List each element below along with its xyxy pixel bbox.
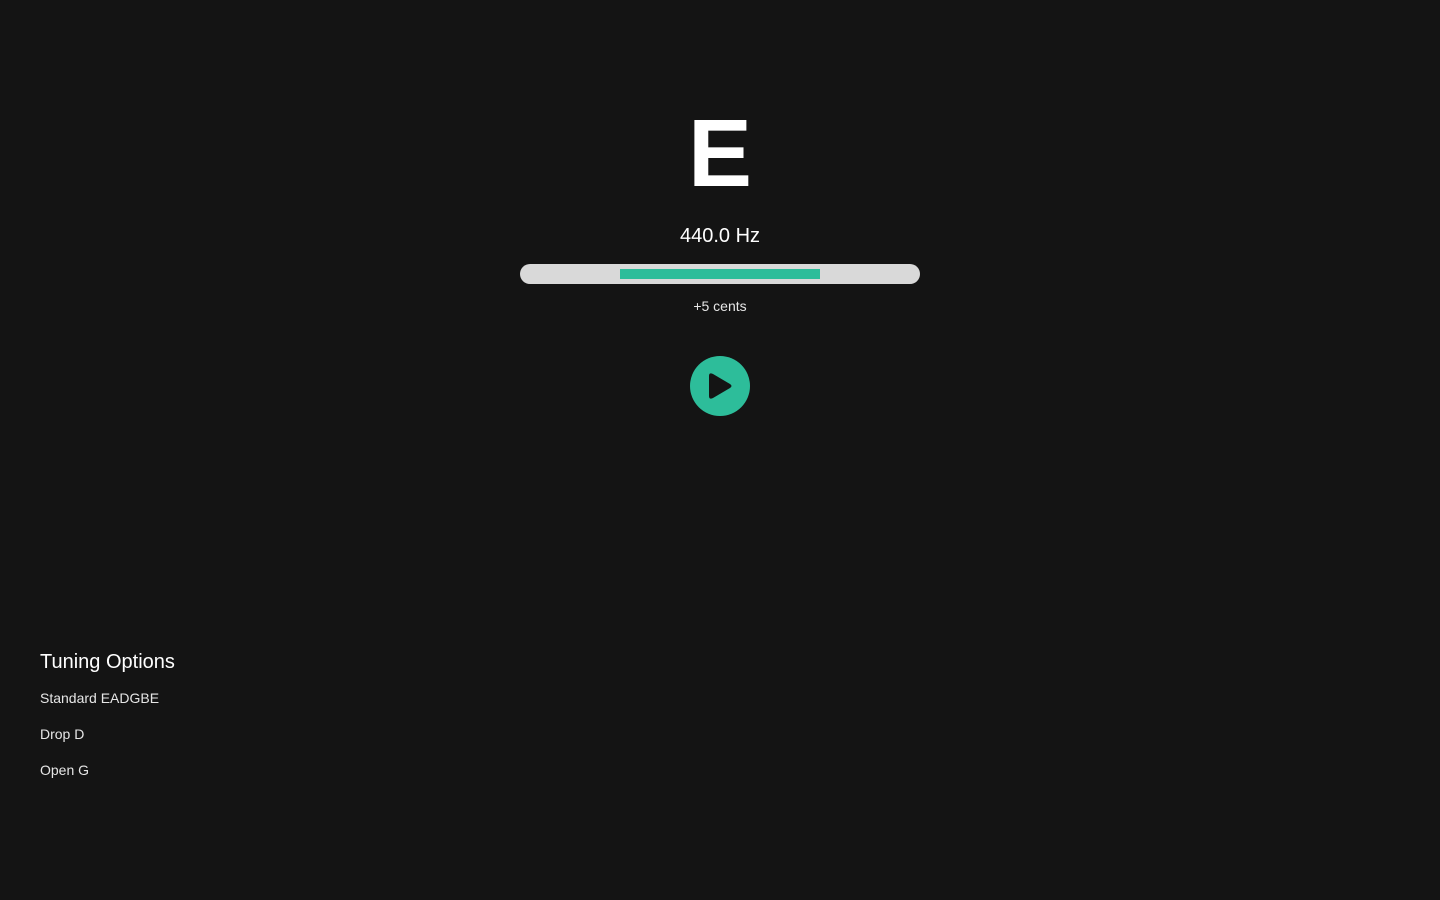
tuning-option-standard[interactable]: Standard EADGBE (40, 688, 440, 708)
tuning-option-drop-d[interactable]: Drop D (40, 724, 440, 744)
play-icon (690, 356, 750, 416)
tuner-panel: E 440.0 Hz +5 cents (0, 0, 1440, 440)
tuning-options-title: Tuning Options (40, 651, 175, 673)
tuning-options-list: Standard EADGBE Drop D Open G (40, 688, 440, 780)
tuning-options-panel: Tuning Options Standard EADGBE Drop D Op… (40, 648, 440, 796)
cents-offset: +5 cents (693, 298, 747, 314)
tuning-meter-fill (620, 269, 820, 279)
tuning-option-open-g[interactable]: Open G (40, 760, 440, 780)
play-button[interactable] (690, 356, 750, 416)
detected-note: E (687, 100, 753, 207)
tuning-meter (520, 264, 920, 284)
frequency-readout: 440.0 Hz (679, 225, 761, 247)
tuner-app: E 440.0 Hz +5 cents Tuning Options Stand… (0, 0, 1440, 900)
